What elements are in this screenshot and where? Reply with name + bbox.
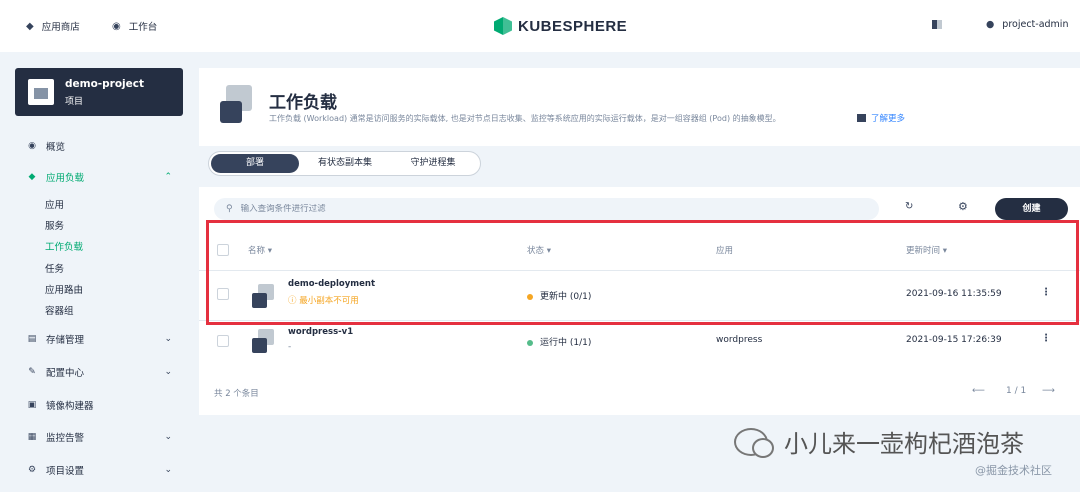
toolbox-icon[interactable] bbox=[932, 20, 942, 30]
sidebar-subitem-services[interactable]: 服务 bbox=[45, 218, 64, 232]
wechat-watermark: 小儿来一壶枸杞酒泡茶 bbox=[734, 424, 1024, 459]
prev-page-icon[interactable]: ⟵ bbox=[972, 386, 985, 396]
workbench-link[interactable]: ◉ 工作台 bbox=[112, 19, 158, 34]
app-store-link[interactable]: ◆ 应用商店 bbox=[26, 19, 80, 34]
page-description: 工作负载 (Workload) 通常是访问服务的实际载体, 也是对节点日志收集、… bbox=[269, 114, 781, 123]
sidebar-item-label: 概览 bbox=[46, 142, 66, 153]
sidebar-item-label: 镜像构建器 bbox=[46, 401, 94, 412]
image-builder-icon: ▣ bbox=[27, 400, 37, 410]
tab-deployments[interactable]: 部署 bbox=[211, 154, 299, 173]
database-icon: ▤ bbox=[27, 334, 37, 344]
workload-name-link[interactable]: wordpress-v1 bbox=[288, 327, 353, 337]
sidebar-item-image-builder[interactable]: ▣ 镜像构建器 bbox=[26, 398, 176, 412]
learn-more-link[interactable]: 了解更多 bbox=[857, 112, 905, 124]
create-button[interactable]: 创建 bbox=[995, 198, 1068, 220]
refresh-icon[interactable]: ↻ bbox=[905, 201, 913, 212]
user-menu[interactable]: ● project-admin bbox=[986, 19, 1068, 30]
more-actions-icon[interactable]: ⋮ bbox=[1041, 333, 1051, 344]
app-cell[interactable]: wordpress bbox=[716, 335, 762, 345]
tab-statefulsets[interactable]: 有状态副本集 bbox=[301, 154, 389, 173]
search-input[interactable] bbox=[240, 204, 841, 214]
sidebar-subitem-routes[interactable]: 应用路由 bbox=[45, 282, 83, 296]
gear-icon[interactable]: ⚙ bbox=[958, 200, 968, 213]
project-icon bbox=[28, 79, 54, 105]
kubesphere-logo-icon bbox=[494, 15, 512, 37]
top-bar: ◆ 应用商店 ◉ 工作台 KUBESPHERE ● project-admin bbox=[0, 0, 1080, 52]
next-page-icon[interactable]: ⟶ bbox=[1042, 386, 1055, 396]
sidebar-subitem-pods[interactable]: 容器组 bbox=[45, 303, 74, 317]
sidebar-item-label: 配置中心 bbox=[46, 368, 85, 379]
tab-daemonsets[interactable]: 守护进程集 bbox=[389, 154, 477, 173]
page-title: 工作负载 bbox=[269, 93, 337, 113]
page-indicator: 1 / 1 bbox=[1006, 386, 1027, 396]
overview-icon: ◉ bbox=[28, 141, 36, 151]
sidebar-subitem-workloads[interactable]: 工作负载 bbox=[45, 239, 83, 253]
kubesphere-logo[interactable]: KUBESPHERE bbox=[494, 15, 627, 37]
chevron-down-icon: ⌄ bbox=[164, 367, 172, 377]
layers-icon: ◆ bbox=[28, 172, 36, 182]
user-icon: ● bbox=[986, 19, 995, 30]
search-icon: ⚲ bbox=[226, 204, 233, 214]
wechat-icon bbox=[734, 427, 774, 458]
sidebar-item-overview[interactable]: ◉ 概览 bbox=[26, 139, 176, 153]
sidebar-item-monitoring[interactable]: ▦ 监控告警 ⌄ bbox=[26, 430, 176, 444]
project-name: demo-project bbox=[65, 78, 145, 90]
page-header: 工作负载 工作负载 (Workload) 通常是访问服务的实际载体, 也是对节点… bbox=[199, 68, 1080, 146]
search-bar[interactable]: ⚲ bbox=[214, 198, 879, 220]
learn-more-label: 了解更多 bbox=[871, 114, 906, 124]
workload-sub: - bbox=[288, 342, 292, 352]
sidebar-item-config[interactable]: ✎ 配置中心 ⌄ bbox=[26, 365, 176, 379]
source-label: @掘金技术社区 bbox=[975, 464, 1052, 477]
wrench-icon: ✎ bbox=[28, 367, 36, 377]
highlight-box bbox=[206, 220, 1079, 325]
workbench-label: 工作台 bbox=[128, 22, 158, 33]
monitor-icon: ▦ bbox=[27, 432, 37, 442]
workload-tabs: 部署 有状态副本集 守护进程集 bbox=[208, 151, 481, 176]
deployment-icon bbox=[250, 329, 274, 353]
app-store-icon: ◆ bbox=[26, 20, 34, 32]
gear-icon: ⚙ bbox=[27, 465, 37, 475]
status-running-dot bbox=[527, 339, 533, 346]
table-row[interactable]: wordpress-v1 - 运行中 (1/1) wordpress 2021-… bbox=[199, 321, 1080, 363]
status-text: 运行中 bbox=[540, 338, 568, 348]
sidebar-subitem-apps[interactable]: 应用 bbox=[45, 197, 64, 211]
sidebar-item-label: 应用负载 bbox=[46, 173, 85, 184]
chevron-down-icon: ⌄ bbox=[164, 465, 172, 475]
sidebar-subitem-jobs[interactable]: 任务 bbox=[45, 261, 64, 275]
chevron-down-icon: ⌄ bbox=[164, 334, 172, 344]
book-icon bbox=[857, 114, 866, 122]
sidebar-item-label: 存储管理 bbox=[46, 335, 85, 346]
sidebar-item-settings[interactable]: ⚙ 项目设置 ⌄ bbox=[26, 463, 176, 477]
workload-icon bbox=[214, 85, 252, 123]
watermark-text: 小儿来一壶枸杞酒泡茶 bbox=[784, 430, 1024, 458]
sidebar-item-app-workloads[interactable]: ◆ 应用负载 ⌃ bbox=[26, 170, 176, 184]
replica-count: (1/1) bbox=[569, 338, 592, 348]
project-card[interactable]: demo-project 项目 bbox=[15, 68, 183, 116]
workbench-icon: ◉ bbox=[112, 20, 121, 32]
project-type: 项目 bbox=[65, 97, 84, 107]
chevron-down-icon: ⌄ bbox=[164, 432, 172, 442]
status-cell: 运行中 (1/1) bbox=[527, 335, 591, 348]
updated-time: 2021-09-15 17:26:39 bbox=[906, 335, 1002, 345]
user-name: project-admin bbox=[1002, 19, 1069, 30]
app-store-label: 应用商店 bbox=[41, 22, 80, 33]
total-count: 共 2 个条目 bbox=[214, 389, 259, 399]
sidebar-item-label: 监控告警 bbox=[46, 433, 85, 444]
chevron-up-icon: ⌃ bbox=[164, 172, 172, 182]
sidebar-item-storage[interactable]: ▤ 存储管理 ⌄ bbox=[26, 332, 176, 346]
logo-text: KUBESPHERE bbox=[518, 17, 628, 35]
sidebar-item-label: 项目设置 bbox=[46, 466, 85, 477]
row-checkbox[interactable] bbox=[217, 335, 229, 347]
